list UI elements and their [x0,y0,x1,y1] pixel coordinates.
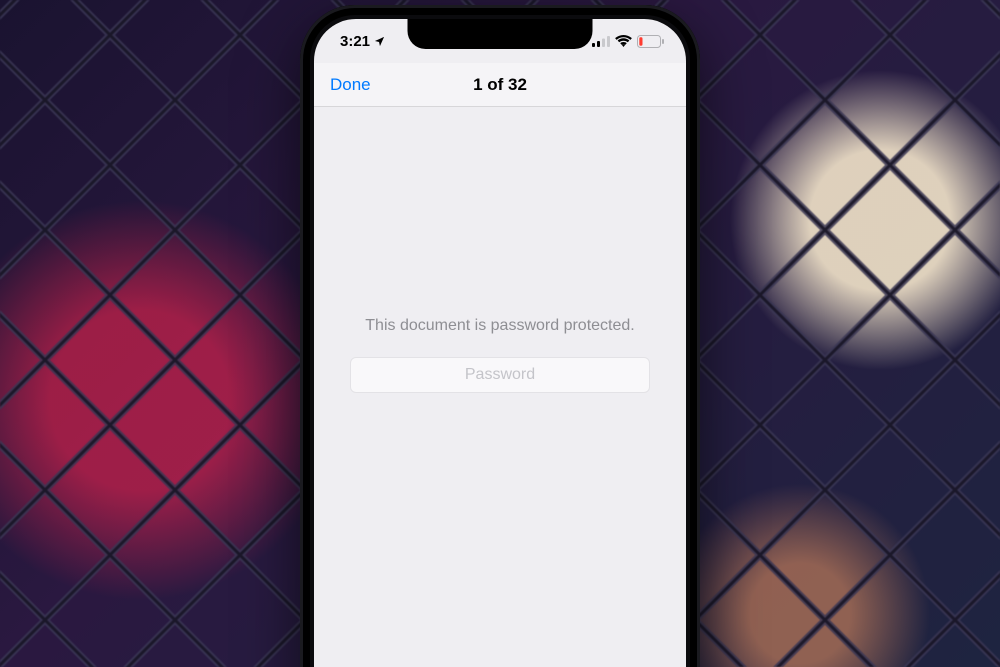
status-bar-right [592,35,664,48]
cellular-icon [592,36,610,47]
navigation-bar: Done 1 of 32 [314,63,686,107]
page-counter-title: 1 of 32 [473,75,527,95]
password-protected-message: This document is password protected. [365,317,634,335]
location-icon [374,36,385,47]
iphone-notch [408,19,593,49]
photo-background: 3:21 [0,0,1000,667]
iphone-screen: 3:21 [314,19,686,667]
battery-low-icon [637,35,664,48]
done-button[interactable]: Done [330,63,371,107]
password-input[interactable] [350,357,650,393]
status-time: 3:21 [340,33,370,50]
status-bar-left: 3:21 [340,33,385,50]
iphone-device-frame: 3:21 [300,5,700,667]
document-locked-view: This document is password protected. [314,107,686,667]
wifi-icon [615,35,632,47]
